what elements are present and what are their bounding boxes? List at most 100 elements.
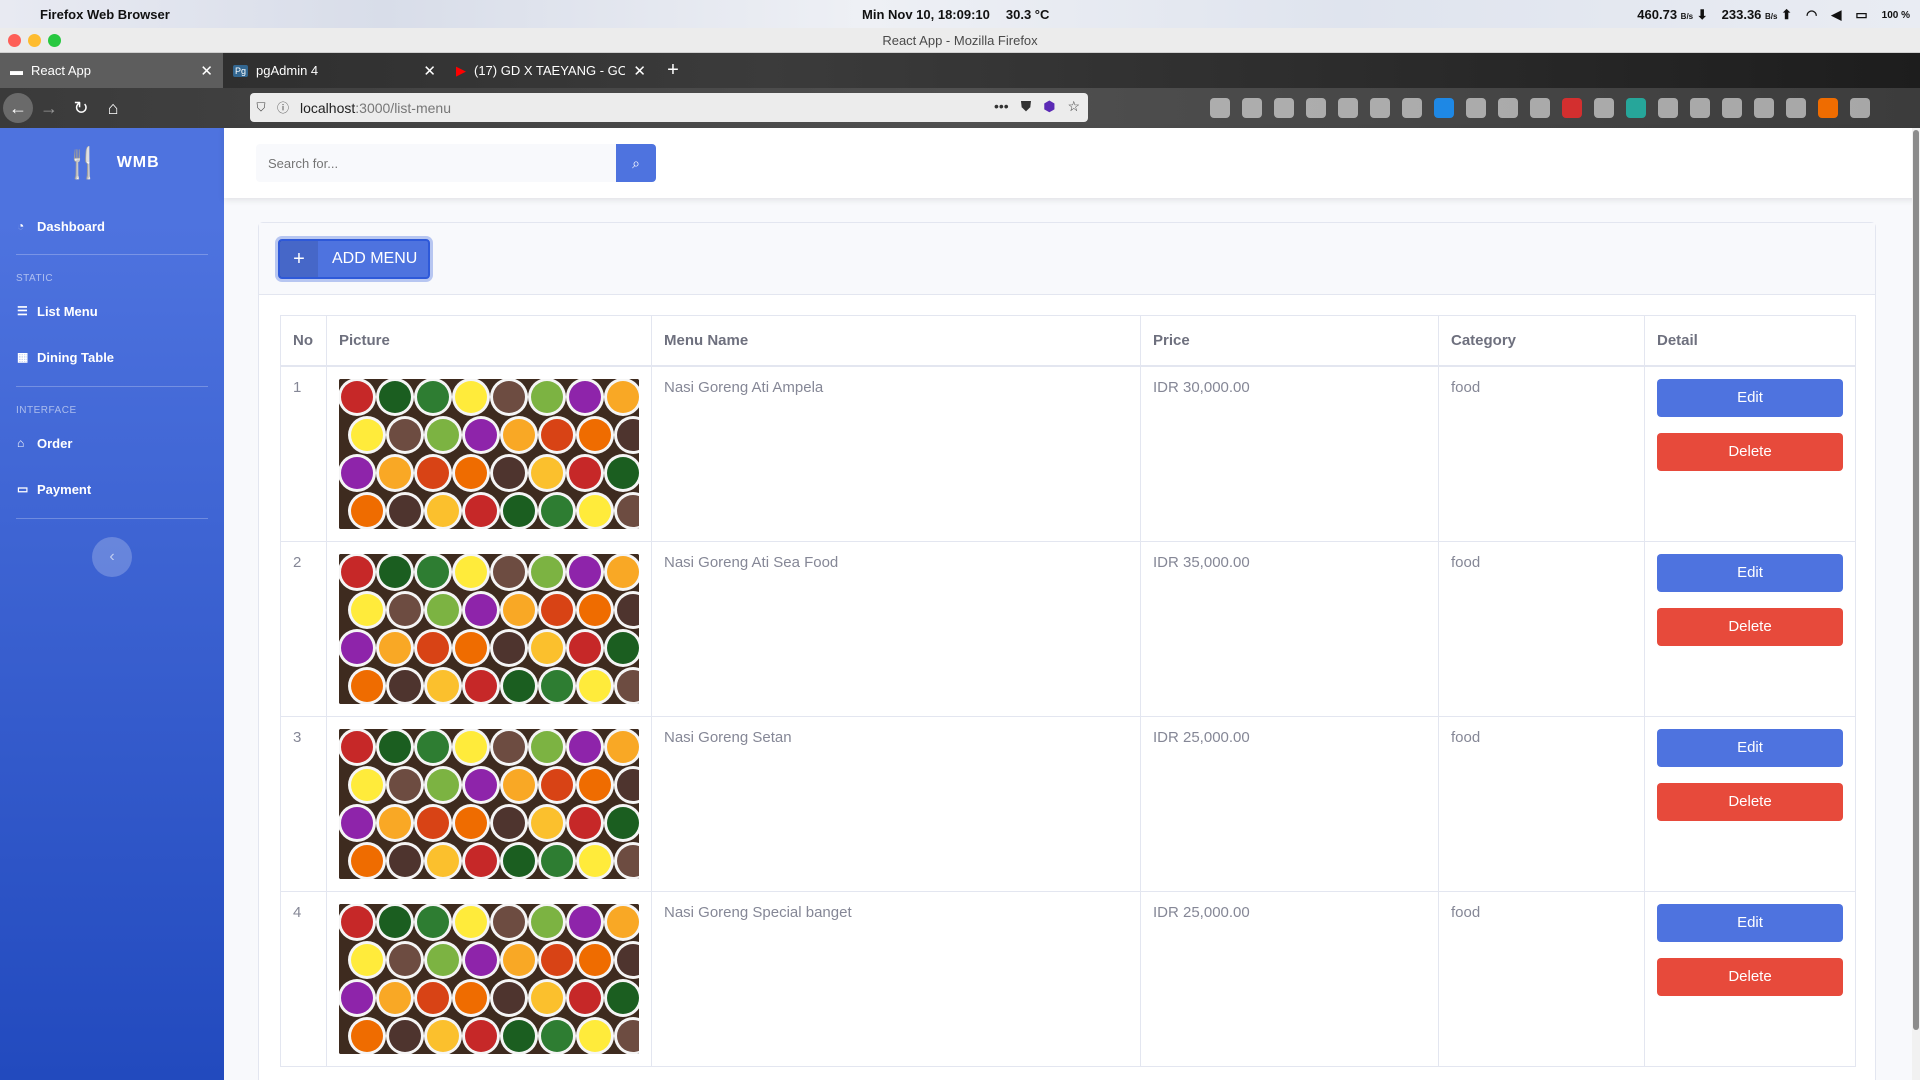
search-button[interactable]: ⌕ xyxy=(616,144,656,182)
edit-button[interactable]: Edit xyxy=(1657,903,1843,942)
row-number: 1 xyxy=(293,378,302,396)
menu-picture xyxy=(339,903,639,1054)
extension-icon[interactable] xyxy=(1594,98,1614,118)
row-number: 4 xyxy=(293,903,302,921)
scrollbar-thumb[interactable] xyxy=(1913,130,1919,1030)
cell-category: food xyxy=(1438,540,1645,717)
sidebar-heading-interface: INTERFACE xyxy=(16,405,77,416)
sidebar-toggle-button[interactable]: ‹ xyxy=(92,537,132,577)
table-header-row: No Picture Menu Name Price Category Deta… xyxy=(280,315,1856,367)
bookmark-star-icon[interactable]: ☆ xyxy=(1067,98,1080,115)
forward-button[interactable]: → xyxy=(33,92,65,124)
page-scrollbar[interactable] xyxy=(1912,128,1920,1080)
upload-speed-value: 233.36 xyxy=(1721,7,1762,22)
table-row: 4 Nasi Goreng Special banget IDR 25,000.00… xyxy=(280,890,1856,1067)
back-button[interactable]: ← xyxy=(3,93,33,123)
extension-icon[interactable] xyxy=(1754,98,1774,118)
close-icon[interactable]: ✕ xyxy=(633,62,646,80)
extension-icon[interactable] xyxy=(1786,98,1806,118)
upload-speed-unit: B/s xyxy=(1765,12,1778,21)
cell-price: IDR 25,000.00 xyxy=(1140,890,1439,1067)
sidebar-item-payment[interactable]: ▭ Payment xyxy=(0,466,224,512)
extension-icon[interactable] xyxy=(1818,98,1838,118)
search-input[interactable] xyxy=(256,144,616,182)
tab-youtube[interactable]: ▶ (17) GD X TAEYANG - GOOD BOY ✕ xyxy=(446,53,656,88)
cell-category: food xyxy=(1438,365,1645,542)
sidebar-brand[interactable]: 🍴 WMB xyxy=(0,128,224,198)
extension-icon[interactable] xyxy=(1562,98,1582,118)
cell-menu-name: Nasi Goreng Special banget xyxy=(651,890,1141,1067)
volume-icon[interactable]: ◀ xyxy=(1831,7,1841,23)
sidebar-item-list-menu[interactable]: ☰ List Menu xyxy=(0,288,224,334)
arrow-left-icon: ← xyxy=(9,97,27,118)
os-datetime[interactable]: Min Nov 10, 18:09:10 xyxy=(862,7,990,22)
cell-no: 4 xyxy=(280,890,327,1067)
delete-button[interactable]: Delete xyxy=(1657,607,1843,646)
extension-icon[interactable] xyxy=(1498,98,1518,118)
sidebar-item-dashboard[interactable]: ◔ Dashboard xyxy=(0,198,224,254)
menu-category: food xyxy=(1451,903,1481,921)
page-actions-icon[interactable]: ••• xyxy=(994,98,1009,115)
cell-price: IDR 25,000.00 xyxy=(1140,715,1439,892)
os-app-name[interactable]: Firefox Web Browser xyxy=(40,7,170,22)
wifi-icon[interactable]: ◠ xyxy=(1806,7,1817,23)
extension-icon[interactable] xyxy=(1690,98,1710,118)
cell-picture xyxy=(326,715,652,892)
tab-react-app[interactable]: ▬ React App ✕ xyxy=(0,53,223,88)
menu-icon[interactable] xyxy=(1850,98,1870,118)
sidebar: 🍴 WMB ◔ Dashboard STATIC ☰ List Menu ▦ D… xyxy=(0,128,224,1080)
library-icon[interactable] xyxy=(1210,98,1230,118)
extension-icon[interactable] xyxy=(1722,98,1742,118)
delete-button[interactable]: Delete xyxy=(1657,957,1843,996)
sidebar-icon[interactable] xyxy=(1242,98,1262,118)
os-upload-speed: 233.36 B/s ⬆ xyxy=(1721,7,1792,22)
edit-button[interactable]: Edit xyxy=(1657,378,1843,417)
delete-button[interactable]: Delete xyxy=(1657,782,1843,821)
cell-price: IDR 35,000.00 xyxy=(1140,540,1439,717)
sidebar-item-label: Order xyxy=(37,435,73,451)
edit-button[interactable]: Edit xyxy=(1657,728,1843,767)
new-tab-button[interactable]: + xyxy=(656,53,690,88)
settings-icon[interactable] xyxy=(1338,98,1358,118)
extension-icon[interactable] xyxy=(1626,98,1646,118)
shield-icon[interactable]: ⛉ xyxy=(250,100,272,115)
battery-icon[interactable]: ▭ xyxy=(1855,7,1867,23)
url-host: localhost xyxy=(300,99,356,116)
extension-icon[interactable] xyxy=(1370,98,1390,118)
os-menubar: Firefox Web Browser Min Nov 10, 18:09:10… xyxy=(0,0,1920,28)
sidebar-item-order[interactable]: ⌂ Order xyxy=(0,420,224,466)
extension-icon[interactable] xyxy=(1658,98,1678,118)
sidebar-item-dining-table[interactable]: ▦ Dining Table xyxy=(0,334,224,380)
extension-icon[interactable] xyxy=(1434,98,1454,118)
edit-button[interactable]: Edit xyxy=(1657,553,1843,592)
tab-pgadmin[interactable]: Pg pgAdmin 4 ✕ xyxy=(223,53,446,88)
home-button[interactable]: ⌂ xyxy=(97,92,129,124)
delete-button[interactable]: Delete xyxy=(1657,432,1843,471)
brand-text: WMB xyxy=(116,154,160,171)
menu-price: IDR 25,000.00 xyxy=(1153,903,1250,921)
window-close-button[interactable] xyxy=(8,34,21,47)
os-battery[interactable]: 100 % xyxy=(1882,10,1910,21)
url-bar[interactable]: ⛉ ⓘ localhost:3000/list-menu ••• ⛊ ⬢ ☆ xyxy=(250,93,1088,122)
close-icon[interactable]: ✕ xyxy=(423,62,436,80)
window-minimize-button[interactable] xyxy=(28,34,41,47)
extension-icon[interactable]: ⬢ xyxy=(1043,98,1055,115)
food-image xyxy=(339,903,639,1054)
extension-icon[interactable] xyxy=(1466,98,1486,118)
sidebar-item-label: Payment xyxy=(37,481,92,497)
tab-label: React App xyxy=(31,63,91,78)
account-icon[interactable] xyxy=(1274,98,1294,118)
reload-button[interactable]: ↻ xyxy=(65,92,97,124)
cell-category: food xyxy=(1438,715,1645,892)
extension-icon[interactable] xyxy=(1530,98,1550,118)
window-maximize-button[interactable] xyxy=(48,34,61,47)
dashboard-icon: ◔ xyxy=(17,219,25,233)
add-menu-button[interactable]: + ADD MENU xyxy=(278,239,430,279)
info-icon[interactable]: ⓘ xyxy=(272,99,294,116)
close-icon[interactable]: ✕ xyxy=(200,62,213,80)
database-icon: ☰ xyxy=(17,304,28,318)
extension-icon[interactable] xyxy=(1402,98,1422,118)
extension-icon[interactable] xyxy=(1306,98,1326,118)
pocket-icon[interactable]: ⛊ xyxy=(1021,98,1032,115)
window-title: React App - Mozilla Firefox xyxy=(882,32,1038,48)
